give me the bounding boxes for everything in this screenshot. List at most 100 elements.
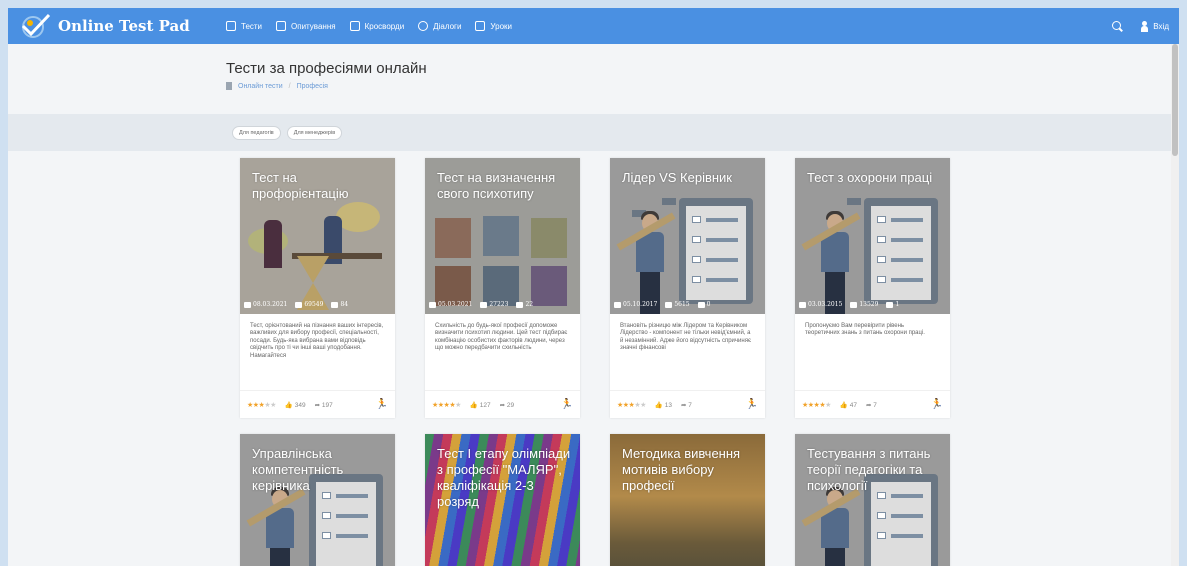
card-title: Управлінська компетентність керівника xyxy=(252,446,344,493)
card-description: Втановіть різницю між Лідером та Керівни… xyxy=(620,323,752,352)
card-meta: 03.03.2015 13529 1 xyxy=(799,301,899,308)
users-icon xyxy=(850,301,858,308)
breadcrumb-profession[interactable]: Професія xyxy=(297,83,328,90)
card-image: Тест на визначення свого психотипу 05.03… xyxy=(425,158,580,314)
test-card[interactable]: Тест на профорієнтацію 08.03.2021 69549 … xyxy=(240,158,395,418)
filter-bar: Для педагогів Для менеджерів xyxy=(8,114,1179,151)
person-illustration xyxy=(531,218,567,258)
share-icon: ➦ xyxy=(866,401,872,409)
logo[interactable]: Online Test Pad xyxy=(18,12,218,40)
calendar-icon xyxy=(799,301,806,308)
decor-shape xyxy=(662,198,676,205)
rating-stars: ★★★★★ xyxy=(802,401,831,409)
card-date: 03.03.2015 xyxy=(808,301,843,308)
checkbox-illustration xyxy=(692,276,701,283)
line-illustration xyxy=(891,278,923,282)
test-card[interactable]: Управлінська компетентність керівника xyxy=(240,434,395,566)
like-icon: 👍 xyxy=(284,401,293,409)
card-footer: ★★★★★ 👍 13 ➦ 7 🏃 xyxy=(610,390,765,418)
browser-viewport: Online Test Pad Тести Опитування Кросвор… xyxy=(8,8,1179,566)
test-card[interactable]: Тест на визначення свого психотипу 05.03… xyxy=(425,158,580,418)
card-title: Методика вивчення мотивів вибору професі… xyxy=(622,446,741,493)
checklist-paper xyxy=(871,482,931,566)
dialog-icon xyxy=(418,21,429,31)
breadcrumb-online-tests[interactable]: Онлайн тести xyxy=(238,83,283,90)
calendar-icon xyxy=(429,301,436,308)
nav-tests[interactable]: Тести xyxy=(226,21,262,31)
nav-surveys[interactable]: Опитування xyxy=(276,21,336,31)
login-button[interactable]: Вхід xyxy=(1141,20,1169,32)
checklist-illustration xyxy=(679,198,753,304)
person-legs xyxy=(825,548,845,566)
run-icon[interactable]: 🏃 xyxy=(931,399,943,410)
card-description: Схильність до будь-якої професії допомож… xyxy=(435,323,568,352)
shares-value: 7 xyxy=(873,401,877,409)
share-icon: ➦ xyxy=(681,401,687,409)
likes-value: 13 xyxy=(664,401,673,409)
like-icon: 👍 xyxy=(654,401,663,409)
survey-icon xyxy=(276,21,287,31)
nav-lessons-label: Уроки xyxy=(490,21,513,31)
date-item: 08.03.2021 xyxy=(244,301,287,308)
filter-teachers[interactable]: Для педагогів xyxy=(232,125,281,140)
page-scrollbar[interactable] xyxy=(1171,44,1179,566)
comment-icon xyxy=(516,301,524,308)
test-card[interactable]: Тест з охорони праці 03.03.2015 13529 1 … xyxy=(795,158,950,418)
person-legs xyxy=(270,548,290,566)
card-image: Управлінська компетентність керівника xyxy=(240,434,395,566)
run-icon[interactable]: 🏃 xyxy=(376,399,388,410)
person-illustration xyxy=(531,266,567,306)
likes-count: 👍 349 xyxy=(285,401,306,409)
likes-value: 47 xyxy=(849,401,858,409)
run-icon[interactable]: 🏃 xyxy=(561,399,573,410)
checkbox-illustration xyxy=(877,216,886,223)
passed-item: 69549 xyxy=(295,301,323,308)
comment-icon xyxy=(886,301,894,308)
card-comments: 22 xyxy=(525,301,534,308)
run-icon[interactable]: 🏃 xyxy=(746,399,758,410)
nav-lessons[interactable]: Уроки xyxy=(475,21,512,31)
scrollbar-thumb[interactable] xyxy=(1172,44,1178,156)
shares-count: ➦ 29 xyxy=(500,401,515,409)
filter-managers[interactable]: Для менеджерів xyxy=(286,125,343,140)
test-card[interactable]: Лідер VS Керівник 05.10.2017 5615 0 Втан… xyxy=(610,158,765,418)
line-illustration xyxy=(336,534,368,538)
like-icon: 👍 xyxy=(839,401,848,409)
nav-crosswords[interactable]: Кросворди xyxy=(349,21,404,31)
person-illustration xyxy=(483,266,519,306)
document-icon xyxy=(226,82,232,90)
line-illustration xyxy=(891,258,923,262)
person-illustration xyxy=(435,218,471,258)
breadcrumb: Онлайн тести / Професія xyxy=(226,82,1179,90)
line-illustration xyxy=(891,494,923,498)
decor-shape xyxy=(847,198,861,205)
passed-item: 13529 xyxy=(850,301,878,308)
comments-item: 22 xyxy=(516,301,533,308)
test-card[interactable]: Тест І етапу олімпіади з професії "МАЛЯР… xyxy=(425,434,580,566)
card-passed: 69549 xyxy=(304,301,324,308)
card-footer: ★★★★★ 👍 127 ➦ 29 🏃 xyxy=(425,390,580,418)
card-title: Тест на визначення свого психотипу xyxy=(437,170,556,201)
top-navbar: Online Test Pad Тести Опитування Кросвор… xyxy=(8,8,1179,44)
logo-icon xyxy=(21,13,51,38)
share-icon: ➦ xyxy=(499,401,506,409)
search-icon[interactable] xyxy=(1112,20,1123,32)
users-icon xyxy=(480,301,488,308)
lesson-icon xyxy=(475,21,486,31)
line-illustration xyxy=(891,218,923,222)
passed-item: 5615 xyxy=(665,301,690,308)
line-illustration xyxy=(706,218,738,222)
card-footer: ★★★★★ 👍 47 ➦ 7 🏃 xyxy=(795,390,950,418)
comments-item: 84 xyxy=(331,301,348,308)
card-passed: 5615 xyxy=(674,301,690,308)
card-meta: 08.03.2021 69549 84 xyxy=(244,301,348,308)
checklist-paper xyxy=(686,206,746,300)
checklist-illustration xyxy=(864,198,938,304)
test-card[interactable]: Методика вивчення мотивів вибору професі… xyxy=(610,434,765,566)
nav-dialogs[interactable]: Діалоги xyxy=(418,21,461,31)
card-image: Методика вивчення мотивів вибору професі… xyxy=(610,434,765,566)
test-card[interactable]: Тестування з питань теорії педагогіки та… xyxy=(795,434,950,566)
test-icon xyxy=(226,21,236,31)
logo-text: Online Test Pad xyxy=(58,17,190,35)
breadcrumb-separator: / xyxy=(288,82,291,90)
